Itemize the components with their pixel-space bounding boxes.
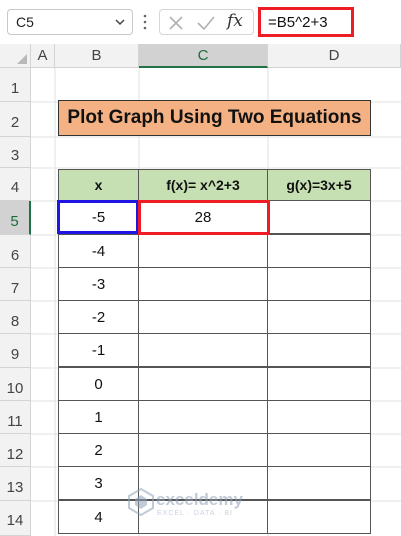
- cell-gx[interactable]: [267, 267, 371, 301]
- row-header-8[interactable]: 8: [0, 301, 31, 334]
- cell-gx[interactable]: [267, 466, 371, 500]
- cell-gx[interactable]: [267, 433, 371, 467]
- row-header-3[interactable]: 3: [0, 137, 31, 168]
- cell-x[interactable]: 2: [58, 433, 139, 467]
- cancel-icon[interactable]: [168, 15, 184, 31]
- more-options-icon[interactable]: [143, 14, 147, 30]
- column-header-a[interactable]: A: [31, 44, 55, 68]
- watermark-tagline: EXCEL · DATA · BI: [157, 510, 233, 517]
- cell-fx[interactable]: [138, 300, 268, 334]
- cell-gx[interactable]: [267, 500, 371, 534]
- exceldemy-watermark: exceldemy EXCEL · DATA · BI: [128, 486, 278, 522]
- watermark-brand: exceldemy: [156, 490, 243, 509]
- formula-buttons: fx: [159, 9, 254, 35]
- row-header-5[interactable]: 5: [0, 201, 31, 235]
- active-cell-c5: [138, 200, 270, 235]
- header-x[interactable]: x: [58, 169, 139, 201]
- exceldemy-logo-icon: [128, 488, 154, 516]
- cell-gx[interactable]: [267, 200, 371, 234]
- column-header-c[interactable]: C: [139, 44, 268, 68]
- cell-gx[interactable]: [267, 300, 371, 334]
- row-header-12[interactable]: 12: [0, 434, 31, 467]
- row-header-10[interactable]: 10: [0, 368, 31, 401]
- cell-gx[interactable]: [267, 367, 371, 401]
- cell-x[interactable]: -3: [58, 267, 139, 301]
- row-header-1[interactable]: 1: [0, 68, 31, 102]
- cell-gx[interactable]: [267, 234, 371, 268]
- cell-x[interactable]: 0: [58, 367, 139, 401]
- enter-check-icon[interactable]: [196, 15, 216, 31]
- insert-function-icon[interactable]: fx: [227, 11, 243, 31]
- cell-fx[interactable]: [138, 433, 268, 467]
- cell-fx[interactable]: [138, 400, 268, 434]
- cell-x[interactable]: -4: [58, 234, 139, 268]
- cell-x[interactable]: 1: [58, 400, 139, 434]
- sheet-title[interactable]: Plot Graph Using Two Equations: [58, 100, 371, 136]
- cell-fx[interactable]: [138, 267, 268, 301]
- row-header-9[interactable]: 9: [0, 334, 31, 368]
- cell-x[interactable]: -2: [58, 300, 139, 334]
- name-box-value: C5: [16, 14, 34, 30]
- cell-x[interactable]: 3: [58, 466, 139, 500]
- cell-gx[interactable]: [267, 333, 371, 367]
- cell-fx[interactable]: [138, 333, 268, 367]
- cell-gx[interactable]: [267, 400, 371, 434]
- row-header-14[interactable]: 14: [0, 501, 31, 536]
- row-header-13[interactable]: 13: [0, 467, 31, 501]
- formula-bar: C5 fx =B5^2+3: [0, 0, 401, 44]
- row-header-2[interactable]: 2: [0, 102, 31, 137]
- row-header-4[interactable]: 4: [0, 168, 31, 201]
- header-gx[interactable]: g(x)=3x+5: [267, 169, 371, 201]
- row-header-6[interactable]: 6: [0, 235, 31, 268]
- row-header-11[interactable]: 11: [0, 401, 31, 434]
- row-header-7[interactable]: 7: [0, 268, 31, 301]
- formula-text: =B5^2+3: [268, 14, 328, 31]
- name-box[interactable]: C5: [7, 9, 133, 35]
- cell-fx[interactable]: [138, 234, 268, 268]
- formula-input[interactable]: =B5^2+3: [258, 7, 354, 37]
- column-header-b[interactable]: B: [55, 44, 139, 68]
- header-fx[interactable]: f(x)= x^2+3: [138, 169, 268, 201]
- select-all-corner[interactable]: [0, 44, 31, 68]
- cell-x[interactable]: 4: [58, 500, 139, 534]
- chevron-down-icon[interactable]: [114, 16, 126, 28]
- cell-x[interactable]: -1: [58, 333, 139, 367]
- column-header-d[interactable]: D: [268, 44, 401, 68]
- highlight-cell-b5: [57, 200, 139, 234]
- cell-fx[interactable]: [138, 367, 268, 401]
